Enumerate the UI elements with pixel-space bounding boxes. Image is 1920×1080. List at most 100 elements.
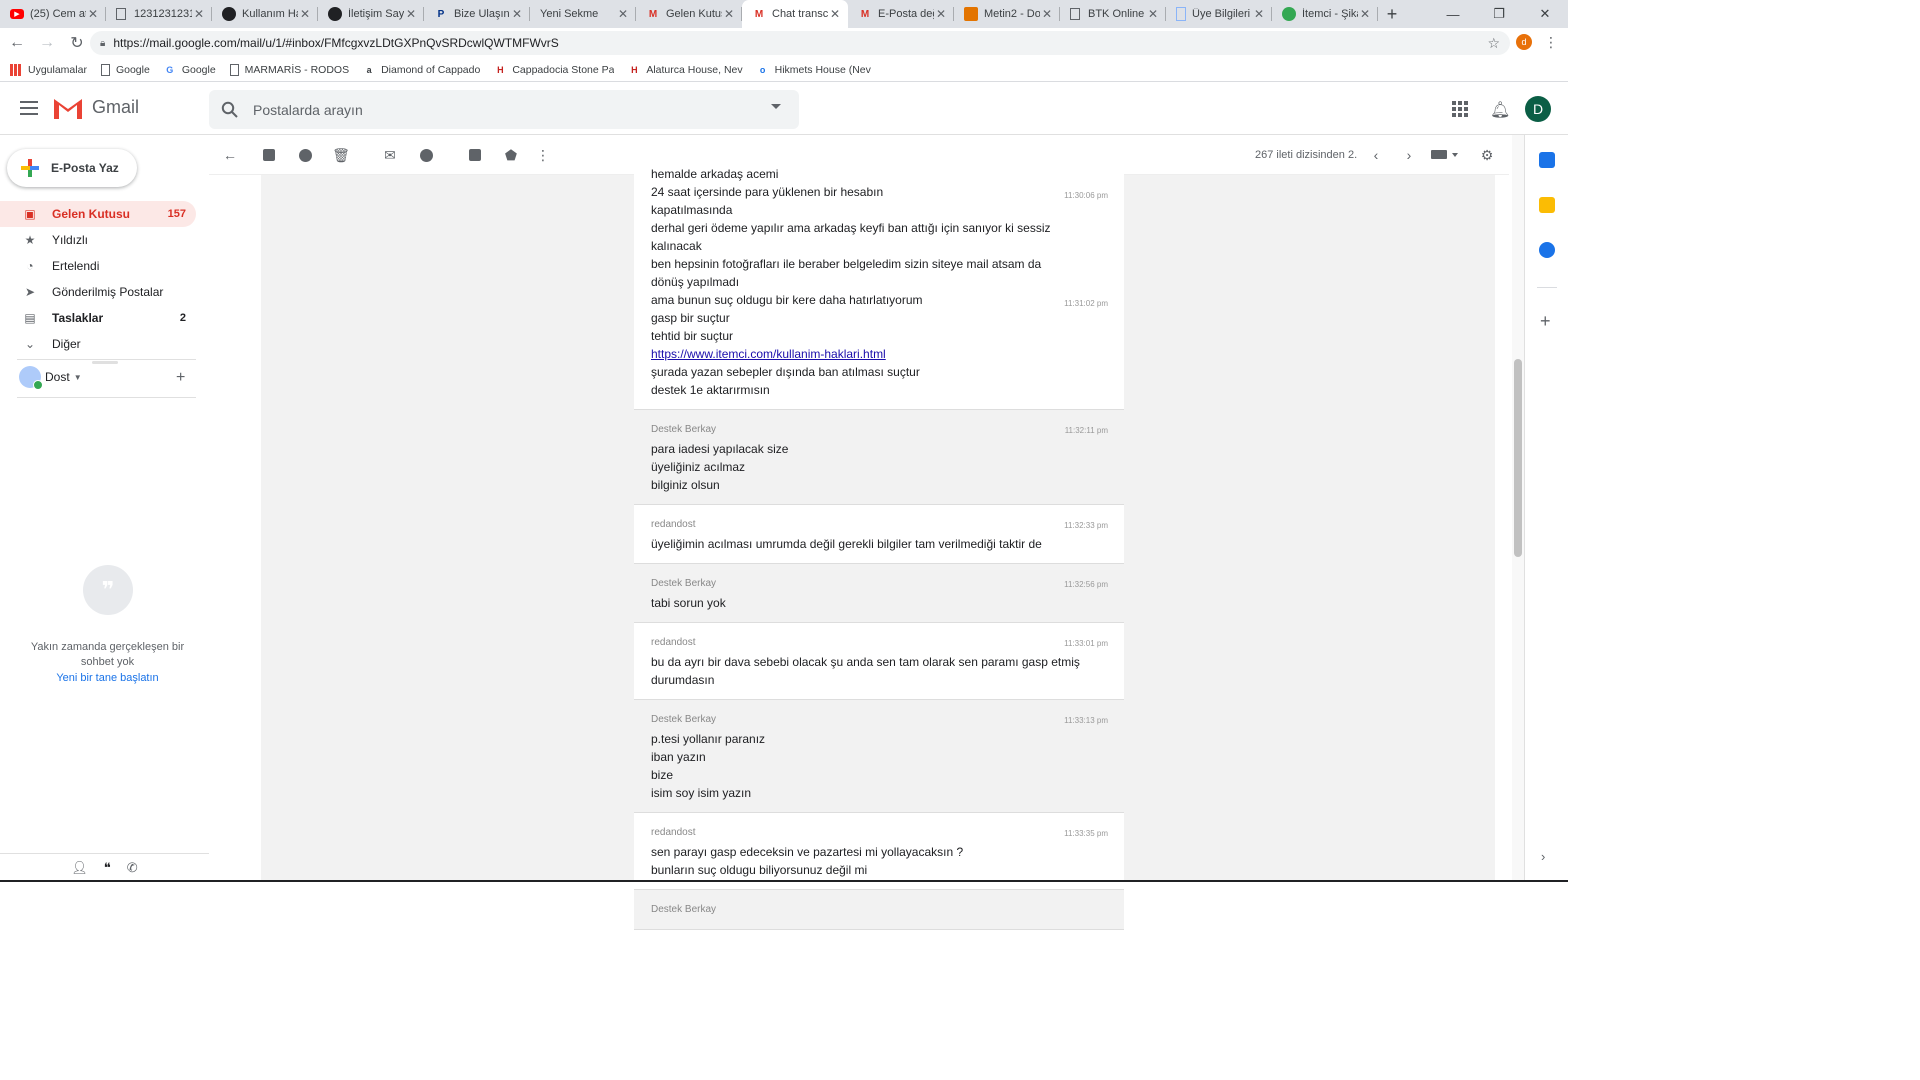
newer-chevron-right-icon[interactable]: ›	[1401, 147, 1417, 163]
browser-profile-avatar[interactable]: d	[1516, 34, 1532, 50]
bookmark-item[interactable]: Google	[100, 63, 150, 76]
nav-item[interactable]: ⌄ Diğer	[0, 331, 196, 357]
older-chevron-left-icon[interactable]: ‹	[1368, 147, 1384, 163]
back-arrow-icon[interactable]: ←	[4, 30, 30, 56]
get-addons-plus-icon[interactable]: +	[1540, 311, 1551, 332]
archive-icon[interactable]	[261, 147, 277, 163]
search-options-dropdown-icon[interactable]	[771, 104, 781, 109]
show-side-panel-chevron-icon[interactable]: ›	[1541, 849, 1545, 864]
calendar-icon[interactable]	[1539, 152, 1555, 168]
close-window-icon[interactable]: ✕	[1522, 0, 1568, 28]
browser-menu-icon[interactable]: ⋮	[1544, 34, 1558, 51]
reload-icon[interactable]: ↻	[64, 30, 90, 56]
content-scrollbar[interactable]	[1512, 135, 1524, 882]
google-apps-icon[interactable]	[1452, 101, 1468, 117]
hangouts-user-dropdown-icon[interactable]: ▼	[74, 373, 82, 382]
contacts-icon[interactable]: 👤︎	[71, 860, 88, 876]
new-tab-plus-icon[interactable]: +	[1378, 0, 1406, 28]
tab-close-icon[interactable]: ✕	[1252, 7, 1266, 21]
browser-tab[interactable]: ▶ (25) Cem ata✕	[0, 0, 106, 28]
browser-tab[interactable]: Metin2 - Do ✕	[954, 0, 1060, 28]
tab-close-icon[interactable]: ✕	[298, 7, 312, 21]
compose-plus-icon	[21, 159, 39, 177]
more-actions-icon[interactable]: ⋮	[535, 147, 551, 163]
compose-button[interactable]: E-Posta Yaz	[7, 149, 137, 187]
tasks-icon[interactable]	[1539, 242, 1555, 258]
label-icon[interactable]: ⬟	[503, 147, 519, 163]
tab-close-icon[interactable]: ✕	[1146, 7, 1160, 21]
terms-link[interactable]: https://www.itemci.com/kullanim-haklari.…	[651, 347, 886, 361]
browser-tab[interactable]: 1231231231 ✕	[106, 0, 212, 28]
nav-item[interactable]: ◔ Ertelendi	[0, 253, 196, 279]
tab-close-icon[interactable]: ✕	[934, 7, 948, 21]
bookmark-item[interactable]: MARMARİS - RODOS	[229, 63, 349, 76]
nav-item[interactable]: ➤ Gönderilmiş Postalar	[0, 279, 196, 305]
tab-close-icon[interactable]: ✕	[404, 7, 418, 21]
mark-unread-icon[interactable]: ✉	[382, 147, 398, 163]
new-chat-plus-icon[interactable]: +	[176, 369, 185, 387]
browser-tab[interactable]: Üye Bilgileri ✕	[1166, 0, 1272, 28]
message-line[interactable]: https://www.itemci.com/kullanim-haklari.…	[651, 345, 1107, 363]
tab-close-icon[interactable]: ✕	[1040, 7, 1054, 21]
snooze-icon[interactable]	[418, 147, 434, 163]
tab-close-icon[interactable]: ✕	[1358, 7, 1372, 21]
tab-close-icon[interactable]: ✕	[192, 7, 206, 21]
browser-tab[interactable]: P Bize Ulaşın -✕	[424, 0, 530, 28]
nav-item[interactable]: ★ Yıldızlı	[0, 227, 196, 253]
bookmark-item[interactable]: G Google	[164, 64, 215, 76]
bookmark-item[interactable]: Uygulamalar	[10, 63, 87, 76]
tab-close-icon[interactable]: ✕	[828, 7, 842, 21]
message-line: bilginiz olsun	[651, 476, 1107, 494]
browser-tab-label: Yeni Sekme	[540, 8, 599, 20]
back-to-inbox-icon[interactable]: ←	[222, 147, 238, 163]
start-chat-link[interactable]: Yeni bir tane başlatın	[20, 672, 195, 684]
tab-close-icon[interactable]: ✕	[616, 7, 630, 21]
bookmark-item[interactable]: o Hikmets House (Nev	[757, 64, 871, 76]
nav-divider	[17, 359, 196, 360]
mail-search-box[interactable]: Postalarda arayın	[209, 90, 799, 129]
nav-item[interactable]: ▤ Taslaklar 2	[0, 305, 196, 331]
hangouts-resize-handle[interactable]	[92, 361, 118, 364]
metin2-icon	[964, 7, 978, 21]
content-scrollbar-thumb[interactable]	[1514, 359, 1522, 557]
input-tools-dropdown-icon[interactable]	[1452, 153, 1458, 157]
move-to-icon[interactable]	[467, 147, 483, 163]
report-spam-icon[interactable]	[297, 147, 313, 163]
browser-tab[interactable]: Kullanım Ha ✕	[212, 0, 318, 28]
nav-item[interactable]: ▣ Gelen Kutusu 157	[0, 201, 196, 227]
message-timestamp: 11:33:13 pm	[1064, 716, 1108, 725]
bookmark-item[interactable]: H Cappadocia Stone Pa	[494, 64, 614, 76]
tab-close-icon[interactable]: ✕	[86, 7, 100, 21]
browser-tab[interactable]: İtemci - Şika ✕	[1272, 0, 1378, 28]
restore-icon[interactable]: ❐	[1476, 0, 1522, 28]
settings-gear-icon[interactable]: ⚙	[1479, 147, 1495, 163]
browser-tab[interactable]: M E-Posta değ ✕	[848, 0, 954, 28]
gmail-logo[interactable]: Gmail	[52, 95, 139, 119]
delete-icon[interactable]: 🗑︎	[332, 147, 350, 163]
account-avatar[interactable]: D	[1525, 96, 1551, 122]
browser-tab[interactable]: M Chat transcr ✕	[742, 0, 848, 28]
bookmark-item[interactable]: H Alaturca House, Nev	[628, 64, 743, 76]
notifications-icon[interactable]: 🔔︎	[1490, 100, 1510, 120]
address-bar[interactable]: 🔒︎ https://mail.google.com/mail/u/1/#inb…	[90, 31, 1510, 55]
main-menu-icon[interactable]	[20, 101, 38, 115]
tab-close-icon[interactable]: ✕	[510, 7, 524, 21]
search-icon[interactable]	[221, 101, 239, 119]
minimize-icon[interactable]: —	[1430, 0, 1476, 28]
bookmark-star-icon[interactable]: ☆	[1487, 35, 1500, 52]
hangouts-user[interactable]: Dost ▼	[19, 366, 82, 390]
hangouts-icon[interactable]: ❝	[104, 860, 111, 876]
tab-close-icon[interactable]: ✕	[722, 7, 736, 21]
browser-tab[interactable]: İletişim Sayf ✕	[318, 0, 424, 28]
browser-tab[interactable]: M Gelen Kutus ✕	[636, 0, 742, 28]
bookmark-item[interactable]: a Diamond of Cappado	[363, 64, 481, 76]
browser-tab[interactable]: Yeni Sekme ✕	[530, 0, 636, 28]
keep-icon[interactable]	[1539, 197, 1555, 213]
message-line: tehtid bir suçtur	[651, 327, 1107, 345]
message-line-text: bize	[651, 768, 674, 782]
forward-arrow-icon[interactable]: →	[34, 30, 60, 56]
input-tools-keyboard-icon[interactable]	[1431, 150, 1447, 159]
browser-tab[interactable]: BTK Online ✕	[1060, 0, 1166, 28]
phone-icon[interactable]: ✆	[127, 860, 138, 876]
message-line-text: iban yazın	[651, 750, 706, 764]
